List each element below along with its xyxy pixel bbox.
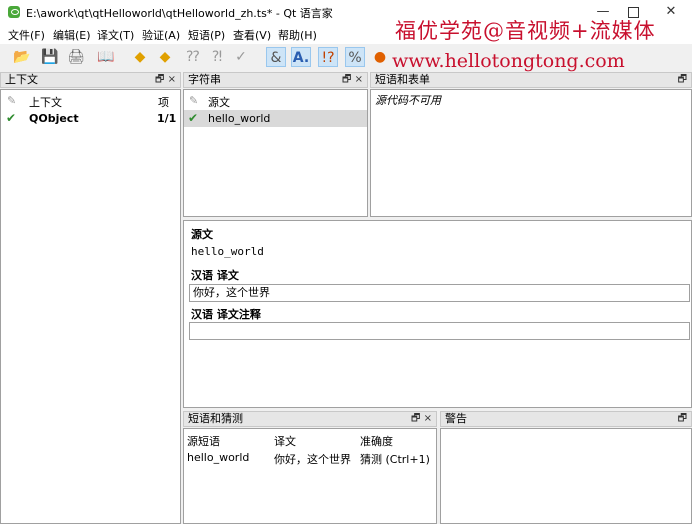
source-label: 源文: [191, 228, 213, 241]
guesses-list[interactable]: 源短语 译文 准确度 hello_world 你好，这个世界 猜测 (Ctrl+…: [183, 428, 437, 524]
next-icon[interactable]: ◆: [155, 47, 175, 67]
done-check-icon: ✔: [188, 111, 199, 125]
punctuation-check-icon[interactable]: A.: [291, 47, 311, 67]
warnings-pane-title-text: 警告: [445, 412, 467, 425]
guess-source: hello_world: [187, 451, 250, 464]
translation-input[interactable]: 你好，这个世界: [189, 284, 690, 302]
status-column-icon: ✎: [7, 94, 17, 107]
done-next-icon[interactable]: ✓: [231, 47, 251, 67]
phrase-check-icon[interactable]: !?: [318, 47, 338, 67]
strings-pane-title-text: 字符串: [188, 73, 221, 86]
strings-pane-title: 字符串 🗗 ×: [183, 72, 368, 88]
context-list[interactable]: ✎ 上下文 项 ✔ QObject 1/1: [0, 89, 181, 524]
warnings-list: [440, 428, 692, 524]
prev-icon[interactable]: ◆: [130, 47, 150, 67]
strings-pane-controls[interactable]: 🗗 ×: [342, 73, 363, 87]
menu-phrases[interactable]: 短语(P): [188, 27, 225, 43]
float-icon[interactable]: 🗗: [411, 413, 420, 424]
phrasebook-icon[interactable]: 📖: [96, 47, 116, 67]
accelerator-check-icon[interactable]: &: [266, 47, 286, 67]
source-code-view: 源代码不可用: [370, 89, 692, 217]
context-row[interactable]: ✔ QObject 1/1: [1, 110, 180, 128]
status-column-icon: ✎: [189, 94, 199, 107]
menu-translation[interactable]: 译文(T): [97, 27, 134, 43]
open-icon[interactable]: 📂: [12, 47, 32, 67]
phrases-forms-pane-title-text: 短语和表单: [375, 73, 430, 86]
context-pane-title: 上下文 🗗 ×: [0, 72, 181, 88]
context-pane-title-text: 上下文: [5, 73, 38, 86]
context-column-header[interactable]: 上下文: [29, 94, 62, 110]
guesses-pane-controls[interactable]: 🗗 ×: [411, 412, 432, 426]
close-icon[interactable]: ×: [355, 74, 363, 85]
guess-row[interactable]: hello_world 你好，这个世界 猜测 (Ctrl+1): [184, 449, 436, 466]
menu-help[interactable]: 帮助(H): [278, 27, 317, 43]
menu-file[interactable]: 文件(F): [8, 27, 45, 43]
source-column-header[interactable]: 源文: [208, 94, 230, 110]
warnings-pane-controls[interactable]: 🗗: [678, 412, 687, 426]
float-icon[interactable]: 🗗: [342, 74, 351, 85]
qt-linguist-app-icon: [8, 6, 20, 18]
translation-label: 汉语 译文: [191, 269, 239, 282]
close-button[interactable]: ✕: [656, 2, 686, 22]
prev-unfinished-icon[interactable]: ⁇: [183, 47, 203, 67]
string-row[interactable]: ✔ hello_world: [184, 110, 367, 127]
context-pane-controls[interactable]: 🗗 ×: [155, 73, 176, 87]
phrases-forms-pane-controls[interactable]: 🗗: [678, 73, 687, 87]
translator-comment-label: 汉语 译文注释: [191, 308, 261, 321]
translator-comment-input[interactable]: [189, 322, 690, 340]
whats-this-icon[interactable]: ●: [370, 47, 390, 67]
context-name: QObject: [29, 112, 79, 125]
guess-translation: 你好，这个世界: [274, 453, 351, 466]
menu-validation[interactable]: 验证(A): [142, 27, 180, 43]
translation-editor: 源文 hello_world 汉语 译文 你好，这个世界 汉语 译文注释: [183, 220, 692, 408]
guesses-pane-title-text: 短语和猜测: [188, 412, 243, 425]
float-icon[interactable]: 🗗: [155, 74, 164, 85]
translation-column-header[interactable]: 译文: [274, 433, 296, 449]
items-column-header[interactable]: 项: [158, 94, 169, 110]
phrases-forms-pane-title: 短语和表单 🗗: [370, 72, 692, 88]
float-icon[interactable]: 🗗: [678, 74, 687, 85]
float-icon[interactable]: 🗗: [678, 413, 687, 424]
watermark-line1: 福优学苑@音视频+流媒体: [395, 19, 656, 43]
guess-confidence: 猜测 (Ctrl+1): [360, 453, 430, 466]
print-icon[interactable]: 🖨: [66, 47, 86, 67]
menu-view[interactable]: 查看(V): [233, 27, 271, 43]
strings-list[interactable]: ✎ 源文 ✔ hello_world: [183, 89, 368, 217]
watermark-line2: www.hellotongtong.com: [392, 50, 625, 72]
confidence-column-header[interactable]: 准确度: [360, 433, 393, 449]
source-phrase-column-header[interactable]: 源短语: [187, 433, 220, 449]
close-icon[interactable]: ×: [424, 413, 432, 424]
source-unavailable-message: 源代码不可用: [375, 94, 441, 107]
next-unfinished-icon[interactable]: ⁈: [207, 47, 227, 67]
guesses-pane-title: 短语和猜测 🗗 ×: [183, 411, 437, 427]
source-text: hello_world: [191, 245, 264, 258]
save-icon[interactable]: 💾: [40, 47, 60, 67]
close-icon[interactable]: ×: [168, 74, 176, 85]
done-check-icon: ✔: [6, 111, 17, 125]
string-source-text: hello_world: [208, 112, 271, 125]
window-title: E:\awork\qt\qtHelloworld\qtHelloworld_zh…: [26, 7, 333, 20]
menu-edit[interactable]: 编辑(E): [53, 27, 91, 43]
warnings-pane-title: 警告 🗗: [440, 411, 692, 427]
context-count: 1/1: [157, 112, 177, 125]
placemarker-check-icon[interactable]: %: [345, 47, 365, 67]
